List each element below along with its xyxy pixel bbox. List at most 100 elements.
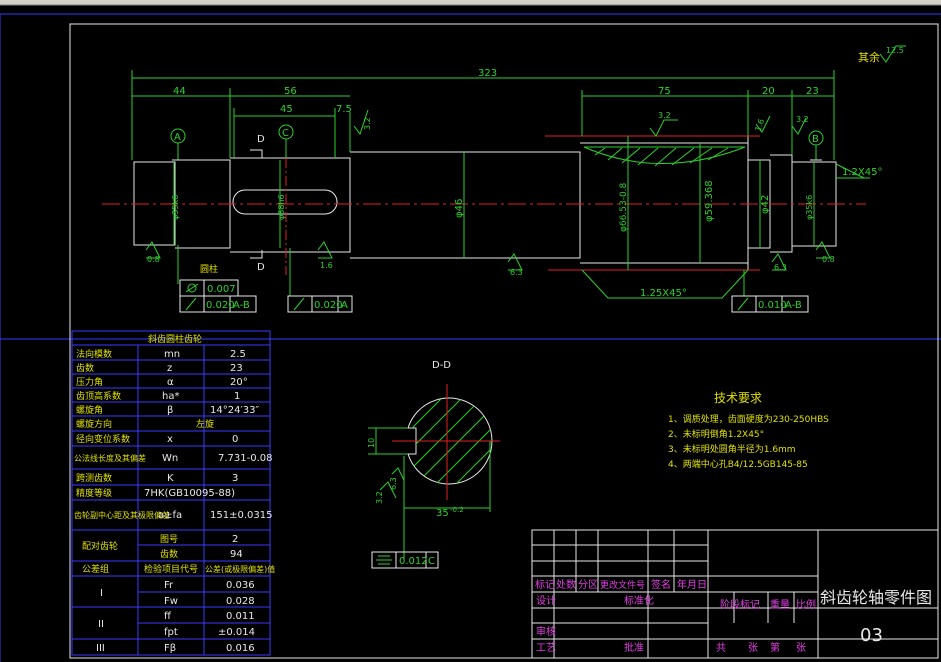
- dim-chamfer-bottom: 1.25X45°: [640, 288, 687, 299]
- svg-text:2、未标明倒角1.2X45°: 2、未标明倒角1.2X45°: [668, 428, 764, 440]
- svg-text:公法线长度及其偏差: 公法线长度及其偏差: [74, 453, 146, 463]
- svg-text:斜齿圆柱齿轮: 斜齿圆柱齿轮: [148, 333, 202, 345]
- svg-text:齿数: 齿数: [76, 362, 94, 374]
- svg-text:0.012: 0.012: [399, 556, 428, 567]
- dim-75: 75: [658, 86, 671, 97]
- svg-text:23: 23: [230, 363, 243, 374]
- svg-text:齿轮副中心距及其极限偏差: 齿轮副中心距及其极限偏差: [74, 510, 170, 520]
- svg-text:圆柱: 圆柱: [200, 263, 218, 275]
- section-mark-D-bottom: D: [257, 262, 265, 273]
- svg-text:签名: 签名: [651, 578, 671, 591]
- svg-text:A: A: [341, 300, 348, 311]
- cad-drawing-window: 其余 12.5 323 44 56 45 7.5 75 20 23 1.2X45…: [0, 0, 941, 662]
- svg-text:处数: 处数: [556, 578, 576, 591]
- svg-text:2.5: 2.5: [230, 349, 246, 360]
- section-view-DD: D-D: [368, 360, 500, 560]
- svg-text:设计: 设计: [536, 594, 556, 607]
- dim-45: 45: [280, 104, 293, 115]
- svg-text:螺旋角: 螺旋角: [76, 404, 103, 416]
- svg-text:技术要求: 技术要求: [714, 391, 762, 405]
- svg-text:重量: 重量: [770, 598, 790, 611]
- svg-text:张: 张: [796, 642, 806, 654]
- svg-text:审核: 审核: [536, 625, 556, 638]
- svg-text:公差(或极限偏差)值: 公差(或极限偏差)值: [205, 564, 275, 574]
- dim-56: 56: [284, 86, 297, 97]
- svg-text:年月日: 年月日: [677, 578, 707, 591]
- svg-text:0.020: 0.020: [314, 300, 343, 311]
- rough-6-3-b: 6.3: [774, 263, 787, 272]
- svg-text:0.011: 0.011: [226, 611, 255, 622]
- rough-3-2-d: 3.2: [375, 491, 384, 504]
- svg-text:z: z: [167, 363, 172, 374]
- svg-text:Wn: Wn: [162, 453, 178, 464]
- dim-phi59: φ59.368: [704, 180, 715, 222]
- dim-phi42: φ42: [760, 195, 771, 214]
- svg-text:左旋: 左旋: [196, 418, 214, 430]
- rough-6-3-c: 6.3: [389, 477, 398, 490]
- svg-text:跨测齿数: 跨测齿数: [76, 472, 112, 484]
- svg-text:检验项目代号: 检验项目代号: [144, 563, 198, 575]
- tol-runout-AB: 0.020 A-B: [179, 295, 257, 313]
- svg-text:法向模数: 法向模数: [76, 348, 112, 360]
- svg-text:151±0.0315: 151±0.0315: [210, 510, 272, 521]
- svg-text:B: B: [812, 134, 819, 145]
- svg-text:14°24′33″: 14°24′33″: [210, 405, 259, 416]
- svg-text:压力角: 压力角: [76, 376, 103, 388]
- svg-text:K: K: [167, 473, 174, 484]
- svg-text:批准: 批准: [624, 641, 644, 654]
- svg-text:图号: 图号: [160, 534, 178, 545]
- rough-3-2-a: 3.2: [363, 117, 372, 130]
- svg-text:III: III: [96, 643, 105, 654]
- svg-text:94: 94: [230, 549, 243, 560]
- svg-text:3: 3: [232, 473, 238, 484]
- drawing-canvas: 其余 12.5 323 44 56 45 7.5 75 20 23 1.2X45…: [0, 0, 941, 662]
- tol-runout-AB-right: 0.010 A-B: [731, 270, 809, 313]
- tol-symmetry: 0.012 C: [371, 551, 439, 569]
- svg-text:α: α: [167, 377, 174, 388]
- dim-phi66: φ66.53-0.8: [619, 182, 629, 232]
- rough-3-2-c: 3.2: [796, 115, 809, 124]
- technical-requirements: 技术要求 1、调质处理，齿面硬度为230-250HBS 2、未标明倒角1.2X4…: [668, 391, 829, 470]
- svg-text:ha*: ha*: [162, 391, 179, 402]
- svg-text:x: x: [167, 434, 173, 445]
- svg-text:0.010: 0.010: [758, 300, 787, 311]
- dim-total: 323: [478, 68, 497, 79]
- svg-text:ff: ff: [164, 611, 172, 622]
- datum-B: B: [808, 130, 824, 161]
- svg-text:II: II: [98, 619, 104, 630]
- dimension-lines: [131, 70, 870, 270]
- dim-phi46: φ46: [454, 199, 465, 218]
- svg-text:0.036: 0.036: [226, 580, 255, 591]
- svg-text:1: 1: [234, 391, 240, 402]
- svg-text:Fβ: Fβ: [164, 643, 176, 654]
- svg-text:分区: 分区: [578, 579, 598, 591]
- dim-44: 44: [173, 86, 186, 97]
- svg-text:±0.014: ±0.014: [218, 627, 255, 638]
- rough-1-6-b: 1.6: [320, 261, 333, 270]
- svg-text:精度等级: 精度等级: [76, 487, 112, 499]
- svg-text:1、调质处理，齿面硬度为230-250HBS: 1、调质处理，齿面硬度为230-250HBS: [668, 413, 829, 425]
- svg-text:0: 0: [232, 434, 238, 445]
- svg-text:C: C: [428, 556, 435, 567]
- svg-text:阶段标记: 阶段标记: [720, 598, 760, 611]
- dim-7-5: 7.5: [336, 104, 352, 115]
- surface-finish-note: 其余 12.5: [858, 45, 906, 64]
- datum-C: C: [278, 124, 294, 158]
- svg-text:Fr: Fr: [164, 580, 174, 591]
- svg-text:齿顶高系数: 齿顶高系数: [76, 390, 121, 402]
- svg-text:公差组: 公差组: [82, 563, 109, 575]
- dim-keyway-width: 10: [367, 438, 376, 448]
- svg-text:20°: 20°: [230, 377, 248, 388]
- rough-0-8-b: 0.8: [822, 255, 835, 264]
- svg-text:0.028: 0.028: [226, 596, 255, 607]
- svg-text:A: A: [174, 132, 181, 143]
- svg-text:mn: mn: [164, 349, 180, 360]
- svg-text:fpt: fpt: [164, 627, 178, 638]
- svg-text:更改文件号: 更改文件号: [600, 579, 645, 591]
- svg-text:工艺: 工艺: [536, 642, 556, 654]
- svg-text:A-B: A-B: [233, 300, 250, 311]
- svg-text:3、未标明处圆角半径为1.6mm: 3、未标明处圆角半径为1.6mm: [668, 443, 796, 455]
- svg-text:D-D: D-D: [432, 360, 451, 371]
- svg-text:配对齿轮: 配对齿轮: [82, 540, 118, 552]
- svg-text:7HK(GB10095-88): 7HK(GB10095-88): [144, 488, 235, 499]
